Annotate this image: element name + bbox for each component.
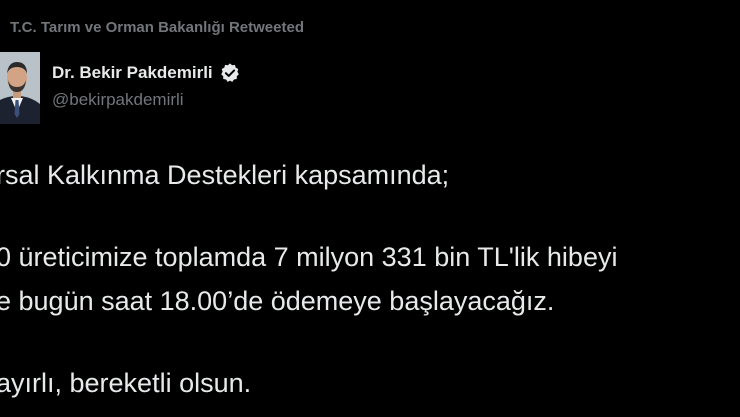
verified-badge-icon: [219, 62, 241, 84]
retweet-header[interactable]: T.C. Tarım ve Orman Bakanlığı Retweeted: [10, 17, 304, 37]
author-name[interactable]: Dr. Bekir Pakdemirli: [52, 63, 213, 83]
tweet-line: ayırlı, bereketli olsun.: [0, 368, 252, 398]
tweet-line: 0 üreticimize toplamda 7 milyon 331 bin …: [0, 242, 618, 272]
tweet-line: rsal Kalkınma Destekleri kapsamında;: [0, 160, 450, 190]
tweet-line: e bugün saat 18.00’de ödemeye başlayacağ…: [0, 286, 555, 316]
avatar[interactable]: [0, 52, 40, 124]
avatar-photo-icon: [0, 52, 40, 124]
author-name-row[interactable]: Dr. Bekir Pakdemirli: [52, 60, 241, 86]
retweet-text: T.C. Tarım ve Orman Bakanlığı Retweeted: [10, 18, 304, 36]
author-handle[interactable]: @bekirpakdemirli: [52, 90, 184, 110]
